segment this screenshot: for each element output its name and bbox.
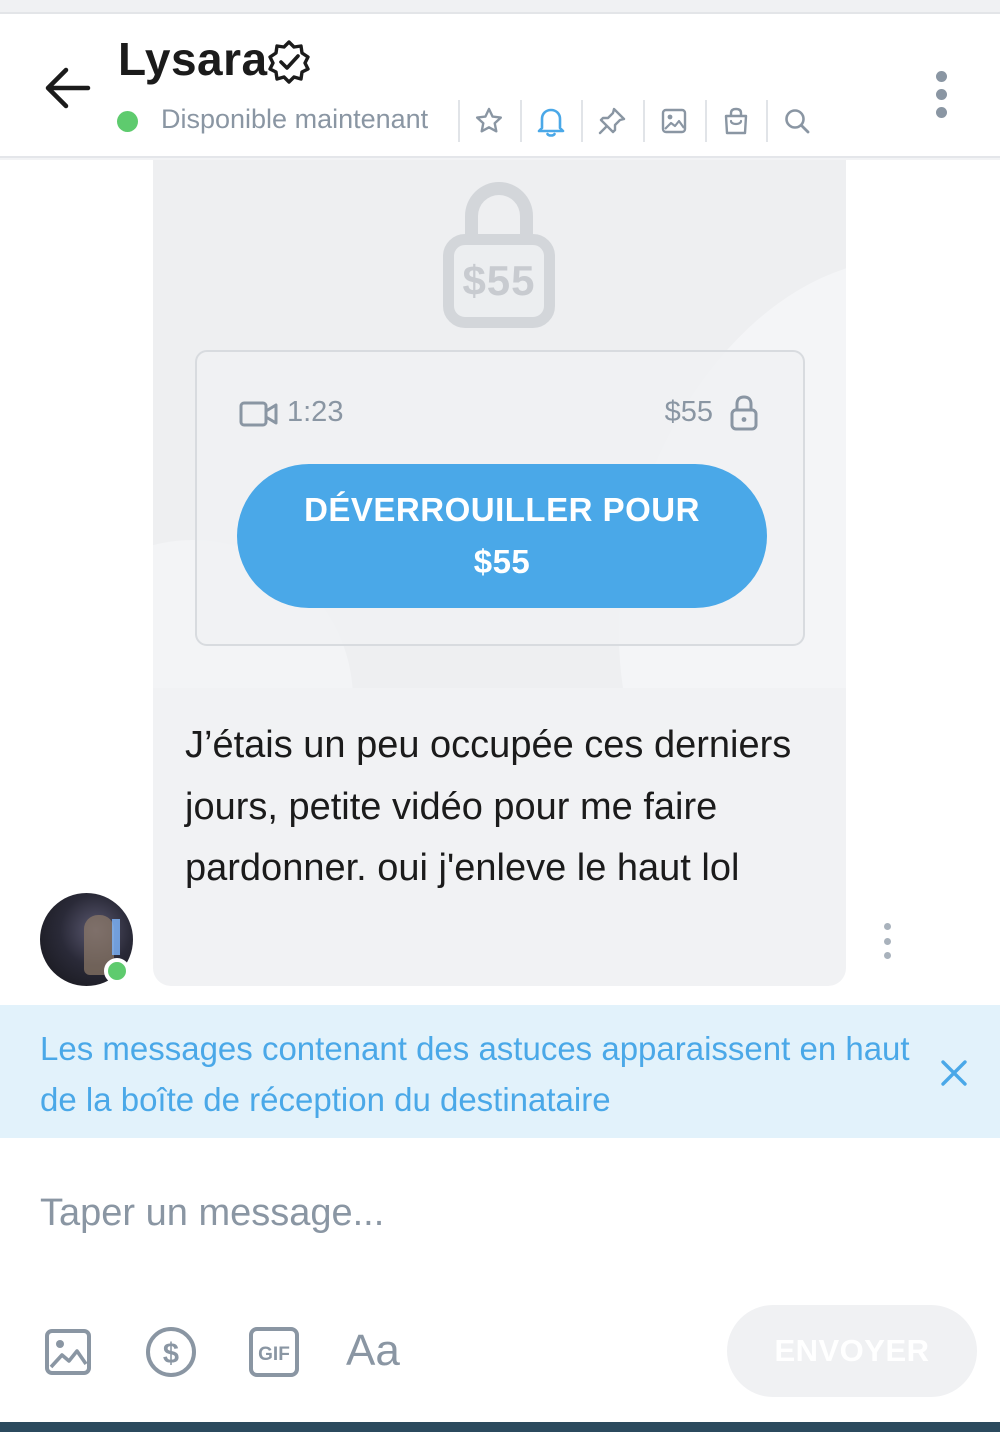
svg-text:$: $ — [163, 1338, 179, 1370]
bottom-edge-bar — [0, 1422, 1000, 1432]
svg-text:GIF: GIF — [258, 1344, 290, 1365]
image-icon — [45, 1329, 91, 1375]
media-button[interactable] — [643, 100, 703, 142]
search-button[interactable] — [766, 100, 826, 142]
contact-name[interactable]: Lysara — [118, 32, 268, 86]
favorite-button[interactable] — [458, 100, 518, 142]
media-info-row: 1:23 $55 — [239, 395, 763, 432]
dollar-circle-icon: $ — [146, 1327, 196, 1377]
tip-button[interactable]: $ — [143, 1324, 199, 1380]
message-input[interactable] — [40, 1178, 940, 1248]
more-dot — [883, 952, 891, 959]
arrow-left-icon — [45, 67, 91, 109]
banner-text: Les messages contenant des astuces appar… — [40, 1030, 910, 1118]
locked-media-preview[interactable]: $55 1:23 $55 DÉVERROUILLER POUR $55 — [153, 160, 846, 688]
message-bubble: $55 1:23 $55 DÉVERROUILLER POUR $55 J’ét… — [153, 160, 846, 986]
verified-icon — [268, 40, 310, 84]
unlock-label-line2: $55 — [473, 543, 531, 580]
star-icon — [476, 107, 502, 133]
more-dot — [883, 923, 891, 930]
chat-header: Lysara Disponible maintenant — [0, 14, 1000, 158]
media-price: $55 — [664, 396, 713, 428]
video-duration: 1:23 — [287, 396, 344, 428]
status-strip — [0, 0, 1000, 14]
lock-icon — [730, 395, 758, 431]
text-format-button[interactable]: Aa — [346, 1326, 400, 1376]
status-text: Disponible maintenant — [161, 104, 429, 134]
message-composer: $ GIF Aa ENVOYER — [0, 1138, 1000, 1422]
gif-icon: GIF — [249, 1327, 299, 1377]
notifications-button[interactable] — [520, 100, 580, 142]
unlock-label-line1: DÉVERROUILLER POUR — [304, 491, 700, 528]
bell-icon — [537, 108, 565, 137]
pin-button[interactable] — [581, 100, 641, 142]
unlock-button[interactable]: DÉVERROUILLER POUR $55 — [237, 464, 767, 608]
more-dot — [883, 937, 891, 945]
back-button[interactable] — [38, 62, 98, 114]
chat-thread[interactable]: $55 1:23 $55 DÉVERROUILLER POUR $55 J’ét… — [0, 160, 1000, 1005]
more-options-button[interactable] — [920, 64, 962, 124]
image-icon — [661, 108, 687, 134]
close-icon[interactable] — [934, 1053, 974, 1093]
more-dot — [935, 88, 947, 100]
bag-icon — [724, 107, 748, 135]
locked-media-card: 1:23 $55 DÉVERROUILLER POUR $55 — [195, 350, 805, 646]
message-options-button[interactable] — [878, 923, 896, 959]
pin-icon — [598, 107, 626, 135]
attach-image-button[interactable] — [40, 1324, 96, 1380]
send-button[interactable]: ENVOYER — [727, 1305, 977, 1397]
more-dot — [935, 106, 947, 118]
more-dot — [935, 70, 947, 82]
avatar-online-dot — [104, 958, 130, 984]
big-lock-icon: $55 — [443, 182, 555, 328]
video-camera-icon — [239, 401, 278, 427]
search-icon — [785, 109, 810, 134]
locked-price: $55 — [462, 257, 536, 304]
tips-info-banner: Les messages contenant des astuces appar… — [0, 1005, 1000, 1138]
gif-button[interactable]: GIF — [246, 1324, 302, 1380]
online-status-dot — [117, 111, 138, 132]
message-text: J’étais un peu occupée ces derniers jour… — [185, 724, 792, 889]
purchases-button[interactable] — [705, 100, 765, 142]
